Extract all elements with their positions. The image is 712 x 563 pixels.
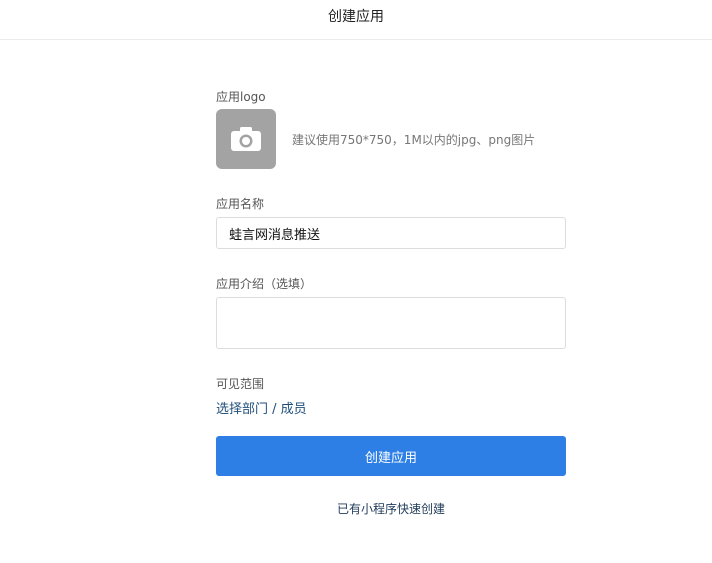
app-name-value: 蛙言网消息推送 xyxy=(229,227,321,243)
page-header: 创建应用 xyxy=(0,0,712,40)
app-intro-label: 应用介绍（选填） xyxy=(216,277,313,291)
create-app-button[interactable]: 创建应用 xyxy=(216,436,566,476)
app-name-label: 应用名称 xyxy=(216,197,265,211)
quick-create-from-miniprogram-link[interactable]: 已有小程序快速创建 xyxy=(216,500,566,517)
app-logo-label: 应用logo xyxy=(216,90,266,104)
camera-icon xyxy=(231,127,261,151)
page-title: 创建应用 xyxy=(328,8,384,25)
app-logo-upload[interactable] xyxy=(216,109,276,169)
create-app-button-label: 创建应用 xyxy=(364,450,417,466)
app-name-input[interactable]: 蛙言网消息推送 xyxy=(216,217,566,249)
create-app-page: 创建应用 应用logo 建议使用750*750，1M以内的jpg、png图片 应… xyxy=(0,0,712,563)
app-logo-hint: 建议使用750*750，1M以内的jpg、png图片 xyxy=(292,133,536,147)
visibility-label: 可见范围 xyxy=(216,377,265,391)
select-department-member-link[interactable]: 选择部门 / 成员 xyxy=(216,398,307,417)
app-intro-textarea[interactable] xyxy=(216,297,566,349)
